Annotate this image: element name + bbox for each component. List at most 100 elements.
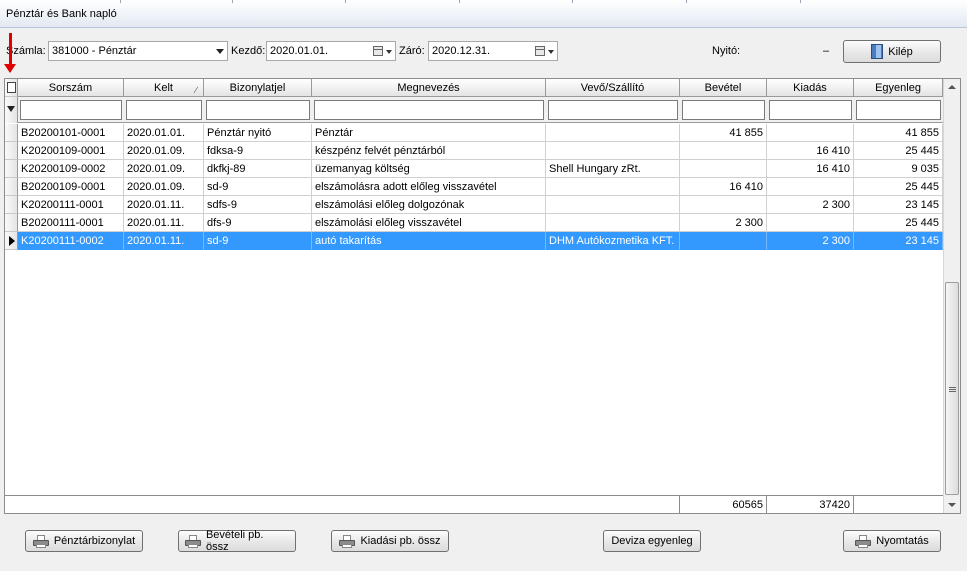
cell-kelt[interactable]: 2020.01.09. (124, 142, 204, 160)
chevron-down-icon[interactable] (386, 50, 392, 54)
kiadasi-pb-ossz-button[interactable]: Kiadási pb. össz (331, 530, 449, 552)
cell-kelt[interactable]: 2020.01.11. (124, 214, 204, 232)
col-header-bevetel[interactable]: Bevétel (680, 79, 767, 97)
cell-bizonylatjel[interactable]: sdfs-9 (204, 196, 312, 214)
cell-megnevezes[interactable]: elszámolásra adott előleg visszavétel (312, 178, 546, 196)
col-header-megnevezes[interactable]: Megnevezés (312, 79, 546, 97)
table-row[interactable]: K20200111-0002 2020.01.11. sd-9 autó takarí… (5, 232, 943, 250)
filter-input-sorszam[interactable] (20, 100, 122, 120)
row-header[interactable] (5, 124, 18, 142)
scroll-down-icon[interactable] (948, 503, 956, 507)
cell-vevo-szallito[interactable] (546, 214, 680, 232)
cell-kiadas[interactable]: 16 410 (767, 142, 854, 160)
cell-megnevezes[interactable]: autó takarítás (312, 232, 546, 250)
cell-egyenleg[interactable]: 25 445 (854, 214, 943, 232)
cell-kiadas[interactable]: 2 300 (767, 232, 854, 250)
col-header-kiadas[interactable]: Kiadás (767, 79, 854, 97)
row-header[interactable] (5, 196, 18, 214)
table-row[interactable]: K20200109-0002 2020.01.09. dkfkj-89 üzemany… (5, 160, 943, 178)
cell-kiadas[interactable] (767, 178, 854, 196)
calendar-icon[interactable] (535, 46, 545, 56)
cell-sorszam[interactable]: B20200111-0001 (18, 214, 124, 232)
row-header[interactable] (5, 214, 18, 232)
cell-kelt[interactable]: 2020.01.11. (124, 196, 204, 214)
cell-sorszam[interactable]: B20200109-0001 (18, 178, 124, 196)
cell-vevo-szallito[interactable] (546, 142, 680, 160)
cell-kiadas[interactable] (767, 214, 854, 232)
deviza-egyenleg-button[interactable]: Deviza egyenleg (603, 530, 701, 552)
szamla-select[interactable]: 381000 - Pénztár (48, 41, 228, 61)
filter-input-bizonylatjel[interactable] (206, 100, 310, 120)
table-row[interactable]: B20200109-0001 2020.01.09. sd-9 elszámolásr… (5, 178, 943, 196)
cell-bizonylatjel[interactable]: sd-9 (204, 178, 312, 196)
cell-sorszam[interactable]: K20200109-0002 (18, 160, 124, 178)
cell-megnevezes[interactable]: készpénz felvét pénztárból (312, 142, 546, 160)
row-header[interactable] (5, 160, 18, 178)
filter-input-vevo-szallito[interactable] (548, 100, 678, 120)
journal-grid[interactable]: Sorszám Kelt ∕ Bizonylatjel Megnevezés V… (4, 78, 961, 514)
filter-input-bevetel[interactable] (682, 100, 765, 120)
cell-egyenleg[interactable]: 23 145 (854, 196, 943, 214)
kilep-button[interactable]: Kilép (843, 40, 941, 63)
cell-bizonylatjel[interactable]: fdksa-9 (204, 142, 312, 160)
cell-sorszam[interactable]: K20200109-0001 (18, 142, 124, 160)
cell-bevetel[interactable] (680, 196, 767, 214)
cell-kiadas[interactable]: 16 410 (767, 160, 854, 178)
cell-bizonylatjel[interactable]: sd-9 (204, 232, 312, 250)
row-header[interactable] (5, 178, 18, 196)
cell-bizonylatjel[interactable]: dkfkj-89 (204, 160, 312, 178)
cell-sorszam[interactable]: B20200101-0001 (18, 124, 124, 142)
cell-bevetel[interactable]: 41 855 (680, 124, 767, 142)
cell-vevo-szallito[interactable] (546, 196, 680, 214)
col-header-kelt[interactable]: Kelt ∕ (124, 79, 204, 97)
cell-vevo-szallito[interactable]: DHM Autókozmetika KFT. (546, 232, 680, 250)
cell-vevo-szallito[interactable]: Shell Hungary zRt. (546, 160, 680, 178)
nyomtatas-button[interactable]: Nyomtatás (843, 530, 941, 552)
col-header-egyenleg[interactable]: Egyenleg (854, 79, 943, 97)
cell-megnevezes[interactable]: elszámolási előleg dolgozónak (312, 196, 546, 214)
cell-kelt[interactable]: 2020.01.09. (124, 160, 204, 178)
cell-bevetel[interactable]: 16 410 (680, 178, 767, 196)
cell-bevetel[interactable]: 2 300 (680, 214, 767, 232)
cell-vevo-szallito[interactable] (546, 124, 680, 142)
cell-bevetel[interactable] (680, 232, 767, 250)
table-row[interactable]: B20200101-0001 2020.01.01. Pénztár nyitó Pé… (5, 124, 943, 142)
table-row[interactable]: K20200111-0001 2020.01.11. sdfs-9 elszámolá… (5, 196, 943, 214)
cell-kelt[interactable]: 2020.01.11. (124, 232, 204, 250)
cell-kiadas[interactable]: 2 300 (767, 196, 854, 214)
cell-sorszam[interactable]: K20200111-0001 (18, 196, 124, 214)
col-header-bizonylatjel[interactable]: Bizonylatjel (204, 79, 312, 97)
cell-megnevezes[interactable]: Pénztár (312, 124, 546, 142)
cell-kiadas[interactable] (767, 124, 854, 142)
cell-bevetel[interactable] (680, 142, 767, 160)
cell-bevetel[interactable] (680, 160, 767, 178)
zaro-date-field[interactable]: 2020.12.31. (428, 41, 558, 61)
scrollbar-thumb[interactable] (945, 282, 959, 495)
filter-input-megnevezes[interactable] (314, 100, 544, 120)
table-row[interactable]: K20200109-0001 2020.01.09. fdksa-9 készpénz… (5, 142, 943, 160)
scroll-up-icon[interactable] (948, 85, 956, 89)
vertical-scrollbar[interactable] (943, 79, 960, 513)
cell-vevo-szallito[interactable] (546, 178, 680, 196)
cell-egyenleg[interactable]: 9 035 (854, 160, 943, 178)
cell-egyenleg[interactable]: 25 445 (854, 142, 943, 160)
cell-bizonylatjel[interactable]: Pénztár nyitó (204, 124, 312, 142)
filter-input-kelt[interactable] (126, 100, 202, 120)
cell-megnevezes[interactable]: elszámolási előleg visszavétel (312, 214, 546, 232)
cell-sorszam[interactable]: K20200111-0002 (18, 232, 124, 250)
cell-kelt[interactable]: 2020.01.01. (124, 124, 204, 142)
cell-egyenleg[interactable]: 25 445 (854, 178, 943, 196)
cell-kelt[interactable]: 2020.01.09. (124, 178, 204, 196)
cell-egyenleg[interactable]: 41 855 (854, 124, 943, 142)
cell-egyenleg[interactable]: 23 145 (854, 232, 943, 250)
row-header[interactable] (5, 232, 18, 250)
cell-bizonylatjel[interactable]: dfs-9 (204, 214, 312, 232)
col-header-sorszam[interactable]: Sorszám (18, 79, 124, 97)
calendar-icon[interactable] (373, 46, 383, 56)
chevron-down-icon[interactable] (548, 50, 554, 54)
cell-megnevezes[interactable]: üzemanyag költség (312, 160, 546, 178)
penztarbizonylat-button[interactable]: Pénztárbizonylat (25, 530, 143, 552)
column-chooser-button[interactable] (5, 79, 18, 97)
col-header-vevo-szallito[interactable]: Vevő/Szállító (546, 79, 680, 97)
kezdo-date-field[interactable]: 2020.01.01. (266, 41, 396, 61)
